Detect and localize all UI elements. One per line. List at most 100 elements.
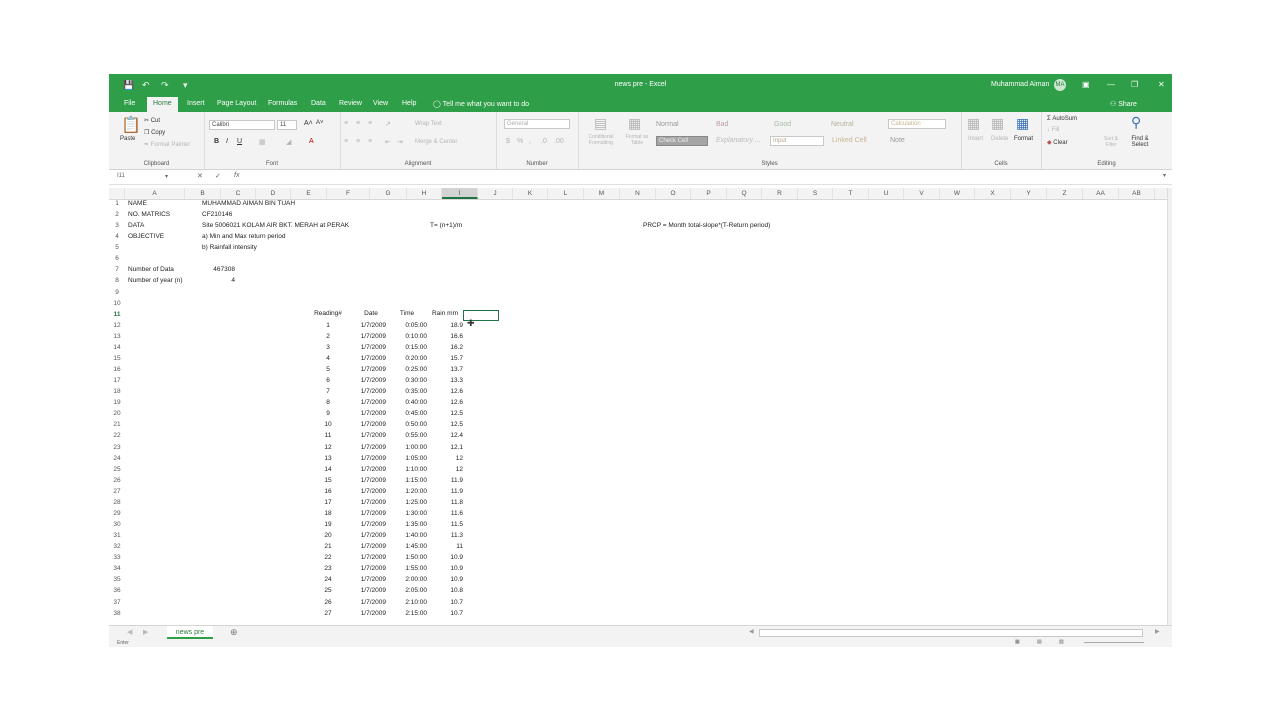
cell-time[interactable]: 0:20:00: [389, 355, 427, 362]
cell-date[interactable]: 1/7/2009: [353, 344, 386, 351]
cell-time[interactable]: 1:10:00: [389, 466, 427, 473]
cell-date[interactable]: 1/7/2009: [353, 388, 386, 395]
tab-file[interactable]: File: [124, 100, 135, 107]
cell-date[interactable]: 1/7/2009: [353, 444, 386, 451]
column-header[interactable]: O: [656, 188, 691, 199]
cell-time[interactable]: 2:05:00: [389, 587, 427, 594]
column-header[interactable]: N: [620, 188, 656, 199]
name-box[interactable]: I11: [117, 173, 125, 179]
format-as-table-button[interactable]: Format as Table: [620, 134, 654, 146]
cell-reading[interactable]: 4: [309, 355, 347, 362]
cell-reading[interactable]: 2: [309, 333, 347, 340]
cell-time[interactable]: 0:50:00: [389, 421, 427, 428]
cell-rain[interactable]: 10.9: [427, 565, 463, 572]
cell-time[interactable]: 1:15:00: [389, 477, 427, 484]
tab-formulas[interactable]: Formulas: [268, 100, 297, 107]
column-header[interactable]: Y: [1011, 188, 1047, 199]
row-header[interactable]: 26: [109, 477, 125, 484]
format-cells-icon[interactable]: ▦: [1016, 115, 1029, 132]
cell-date[interactable]: 1/7/2009: [353, 488, 386, 495]
row-header[interactable]: 25: [109, 466, 125, 473]
middle-align-icon[interactable]: ≡: [356, 120, 360, 127]
italic-icon[interactable]: I: [226, 138, 228, 145]
cell-date[interactable]: 1/7/2009: [353, 399, 386, 406]
cell-time[interactable]: 0:35:00: [389, 388, 427, 395]
row-header[interactable]: 9: [109, 289, 125, 296]
avatar[interactable]: MA: [1054, 79, 1066, 91]
row-header[interactable]: 1: [109, 200, 125, 207]
cell-reading[interactable]: 20: [309, 532, 347, 539]
row-header[interactable]: 12: [109, 322, 125, 329]
row-header[interactable]: 4: [109, 233, 125, 240]
column-header[interactable]: AB: [1119, 188, 1155, 199]
row-header[interactable]: 20: [109, 410, 125, 417]
cell-date[interactable]: 1/7/2009: [353, 599, 386, 606]
cell-date[interactable]: 1/7/2009: [353, 432, 386, 439]
cell-date[interactable]: 1/7/2009: [353, 477, 386, 484]
cell-rain[interactable]: 12: [427, 455, 463, 462]
cancel-icon[interactable]: ✕: [197, 172, 203, 180]
cell-b1[interactable]: MUHAMMAD AIMAN BIN TUAH: [202, 200, 295, 207]
cell-rain[interactable]: 16.6: [427, 333, 463, 340]
cell-rain[interactable]: 12: [427, 466, 463, 473]
close-icon[interactable]: ✕: [1158, 80, 1165, 89]
cell-a4[interactable]: OBJECTIVE: [128, 233, 164, 240]
cell-date[interactable]: 1/7/2009: [353, 610, 386, 617]
insert-cells-icon[interactable]: ▦: [967, 115, 980, 132]
cell-rain[interactable]: 11.3: [427, 532, 463, 539]
cell-rain[interactable]: 11.6: [427, 510, 463, 517]
cell-rain[interactable]: 10.7: [427, 599, 463, 606]
cell-date[interactable]: 1/7/2009: [353, 421, 386, 428]
tab-insert[interactable]: Insert: [187, 100, 205, 107]
row-header[interactable]: 37: [109, 599, 125, 606]
header-reading[interactable]: Reading#: [309, 310, 347, 317]
column-header[interactable]: E: [291, 188, 327, 199]
row-header[interactable]: 19: [109, 399, 125, 406]
font-name-select[interactable]: Calibri: [209, 120, 275, 130]
cell-rain[interactable]: 10.8: [427, 587, 463, 594]
cell-rain[interactable]: 12.6: [427, 399, 463, 406]
cell-rain[interactable]: 12.5: [427, 421, 463, 428]
row-header[interactable]: 22: [109, 432, 125, 439]
cell-time[interactable]: 0:05:00: [389, 322, 427, 329]
cell-time[interactable]: 1:05:00: [389, 455, 427, 462]
conditional-formatting-button[interactable]: Conditional Formatting: [581, 134, 621, 146]
find-select-button[interactable]: Find & Select: [1125, 136, 1155, 148]
cell-n3[interactable]: PRCP = Month total-slope*(T-Return perio…: [643, 222, 770, 229]
cell-reading[interactable]: 9: [309, 410, 347, 417]
column-header[interactable]: H: [407, 188, 442, 199]
cell-reading[interactable]: 10: [309, 421, 347, 428]
bold-icon[interactable]: B: [214, 138, 219, 145]
cell-rain[interactable]: 12.5: [427, 410, 463, 417]
number-format-select[interactable]: General: [504, 119, 570, 129]
format-painter-button[interactable]: ✒ Format Painter: [144, 141, 190, 148]
underline-icon[interactable]: U: [237, 138, 242, 145]
row-header[interactable]: 38: [109, 610, 125, 617]
autosum-button[interactable]: Σ AutoSum: [1047, 116, 1077, 122]
worksheet-grid[interactable]: A B C D E F G H I J K L M N O P Q R S T U V W X Y Z AA AB 123456789…: [109, 188, 1167, 625]
percent-icon[interactable]: %: [517, 138, 523, 145]
delete-cells-icon[interactable]: ▦: [991, 115, 1004, 132]
prev-sheet-icon[interactable]: ◀: [127, 628, 132, 636]
tab-view[interactable]: View: [373, 100, 388, 107]
align-center-icon[interactable]: ≡: [356, 138, 360, 145]
row-header[interactable]: 28: [109, 499, 125, 506]
borders-icon[interactable]: ▦: [259, 138, 266, 146]
column-header[interactable]: V: [904, 188, 940, 199]
decrease-decimal-icon[interactable]: .00: [554, 138, 564, 145]
cell-a8[interactable]: Number of year (n): [128, 277, 183, 284]
row-header[interactable]: 32: [109, 543, 125, 550]
paste-icon[interactable]: 📋: [121, 115, 141, 135]
cell-rain[interactable]: 12.1: [427, 444, 463, 451]
cell-time[interactable]: 0:30:00: [389, 377, 427, 384]
cell-time[interactable]: 1:55:00: [389, 565, 427, 572]
conditional-formatting-icon[interactable]: ▤: [594, 115, 607, 132]
header-time[interactable]: Time: [389, 310, 425, 317]
cell-reading[interactable]: 13: [309, 455, 347, 462]
row-header[interactable]: 8: [109, 277, 125, 284]
cell-reading[interactable]: 18: [309, 510, 347, 517]
column-header[interactable]: I: [442, 188, 478, 199]
cell-date[interactable]: 1/7/2009: [353, 499, 386, 506]
decrease-indent-icon[interactable]: ⇤: [385, 138, 391, 146]
increase-indent-icon[interactable]: ⇥: [397, 138, 403, 146]
